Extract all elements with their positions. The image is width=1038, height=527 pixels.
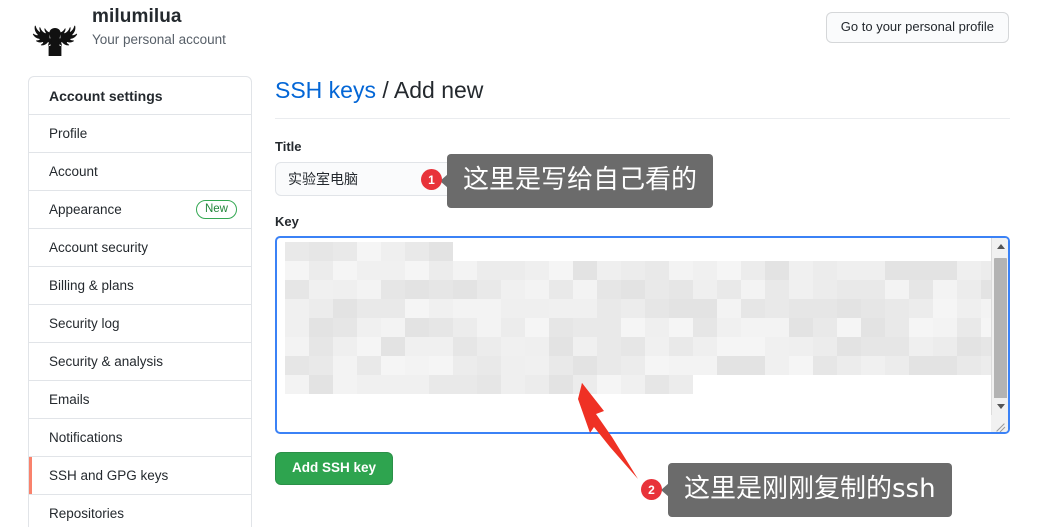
sidebar-item-label: Appearance: [49, 201, 122, 217]
sidebar-item-security-analysis[interactable]: Security & analysis: [29, 343, 251, 381]
annotation-tooltip-1: 这里是写给自己看的: [439, 154, 714, 208]
sidebar-item-label: Security & analysis: [49, 353, 164, 369]
breadcrumb-current: Add new: [393, 77, 484, 103]
sidebar-item-label: Notifications: [49, 429, 123, 445]
sidebar-item-label: Account settings: [49, 87, 163, 104]
deer-antlers-logo-icon: [24, 6, 86, 56]
page-title: SSH keys / Add new: [275, 76, 1015, 117]
key-field-label: Key: [275, 214, 299, 229]
sidebar-item-label: Account: [49, 163, 98, 179]
sidebar-item-label: Billing & plans: [49, 277, 134, 293]
title-field-label: Title: [275, 139, 302, 154]
sidebar-item-security-log[interactable]: Security log: [29, 305, 251, 343]
sidebar-item-label: Profile: [49, 125, 88, 141]
account-name: milumilua: [92, 6, 182, 27]
sidebar-item-account-settings: Account settings: [29, 77, 251, 115]
account-subtitle: Your personal account: [92, 32, 226, 47]
sidebar-item-label: Security log: [49, 315, 120, 331]
scroll-down-arrow[interactable]: [992, 398, 1008, 415]
annotation-badge-2: 2: [641, 479, 662, 500]
sidebar-item-repositories[interactable]: Repositories: [29, 495, 251, 527]
sidebar-item-label: Emails: [49, 391, 90, 407]
sidebar-item-label: Account security: [49, 239, 149, 255]
sidebar-item-ssh-and-gpg-keys[interactable]: SSH and GPG keys: [29, 457, 251, 495]
sidebar-item-appearance[interactable]: Appearance New: [29, 191, 251, 229]
sidebar-item-label: Repositories: [49, 506, 125, 521]
settings-page: milumilua Your personal account Go to yo…: [0, 0, 1038, 527]
annotation-badge-1: 1: [421, 169, 442, 190]
textarea-resize-handle[interactable]: [991, 415, 1008, 432]
settings-sidebar: Account settings Profile Account Appearance…: [28, 76, 252, 527]
sidebar-item-account[interactable]: Account: [29, 153, 251, 191]
key-scrollbar[interactable]: [991, 238, 1008, 432]
scroll-up-arrow[interactable]: [992, 238, 1008, 255]
breadcrumb-separator: /: [375, 77, 394, 103]
scrollbar-thumb[interactable]: [994, 258, 1007, 403]
title-divider: [275, 118, 1010, 119]
ssh-keys-breadcrumb-link[interactable]: SSH keys: [275, 77, 376, 103]
add-ssh-key-button[interactable]: Add SSH key: [275, 452, 394, 486]
go-to-personal-profile-button[interactable]: Go to your personal profile: [825, 12, 1009, 44]
sidebar-item-billing-plans[interactable]: Billing & plans: [29, 267, 251, 305]
annotation-tooltip-2: 这里是刚刚复制的ssh: [661, 463, 952, 517]
sidebar-item-notifications[interactable]: Notifications: [29, 419, 251, 457]
sidebar-item-emails[interactable]: Emails: [29, 381, 251, 419]
censored-key-content: [285, 242, 995, 397]
sidebar-item-profile[interactable]: Profile: [29, 115, 251, 153]
sidebar-item-label: SSH and GPG keys: [49, 467, 169, 483]
account-header: milumilua Your personal account Go to yo…: [0, 0, 1038, 62]
sidebar-item-account-security[interactable]: Account security: [29, 229, 251, 267]
main-content: SSH keys / Add new: [275, 76, 1015, 117]
new-badge: New: [195, 199, 237, 220]
